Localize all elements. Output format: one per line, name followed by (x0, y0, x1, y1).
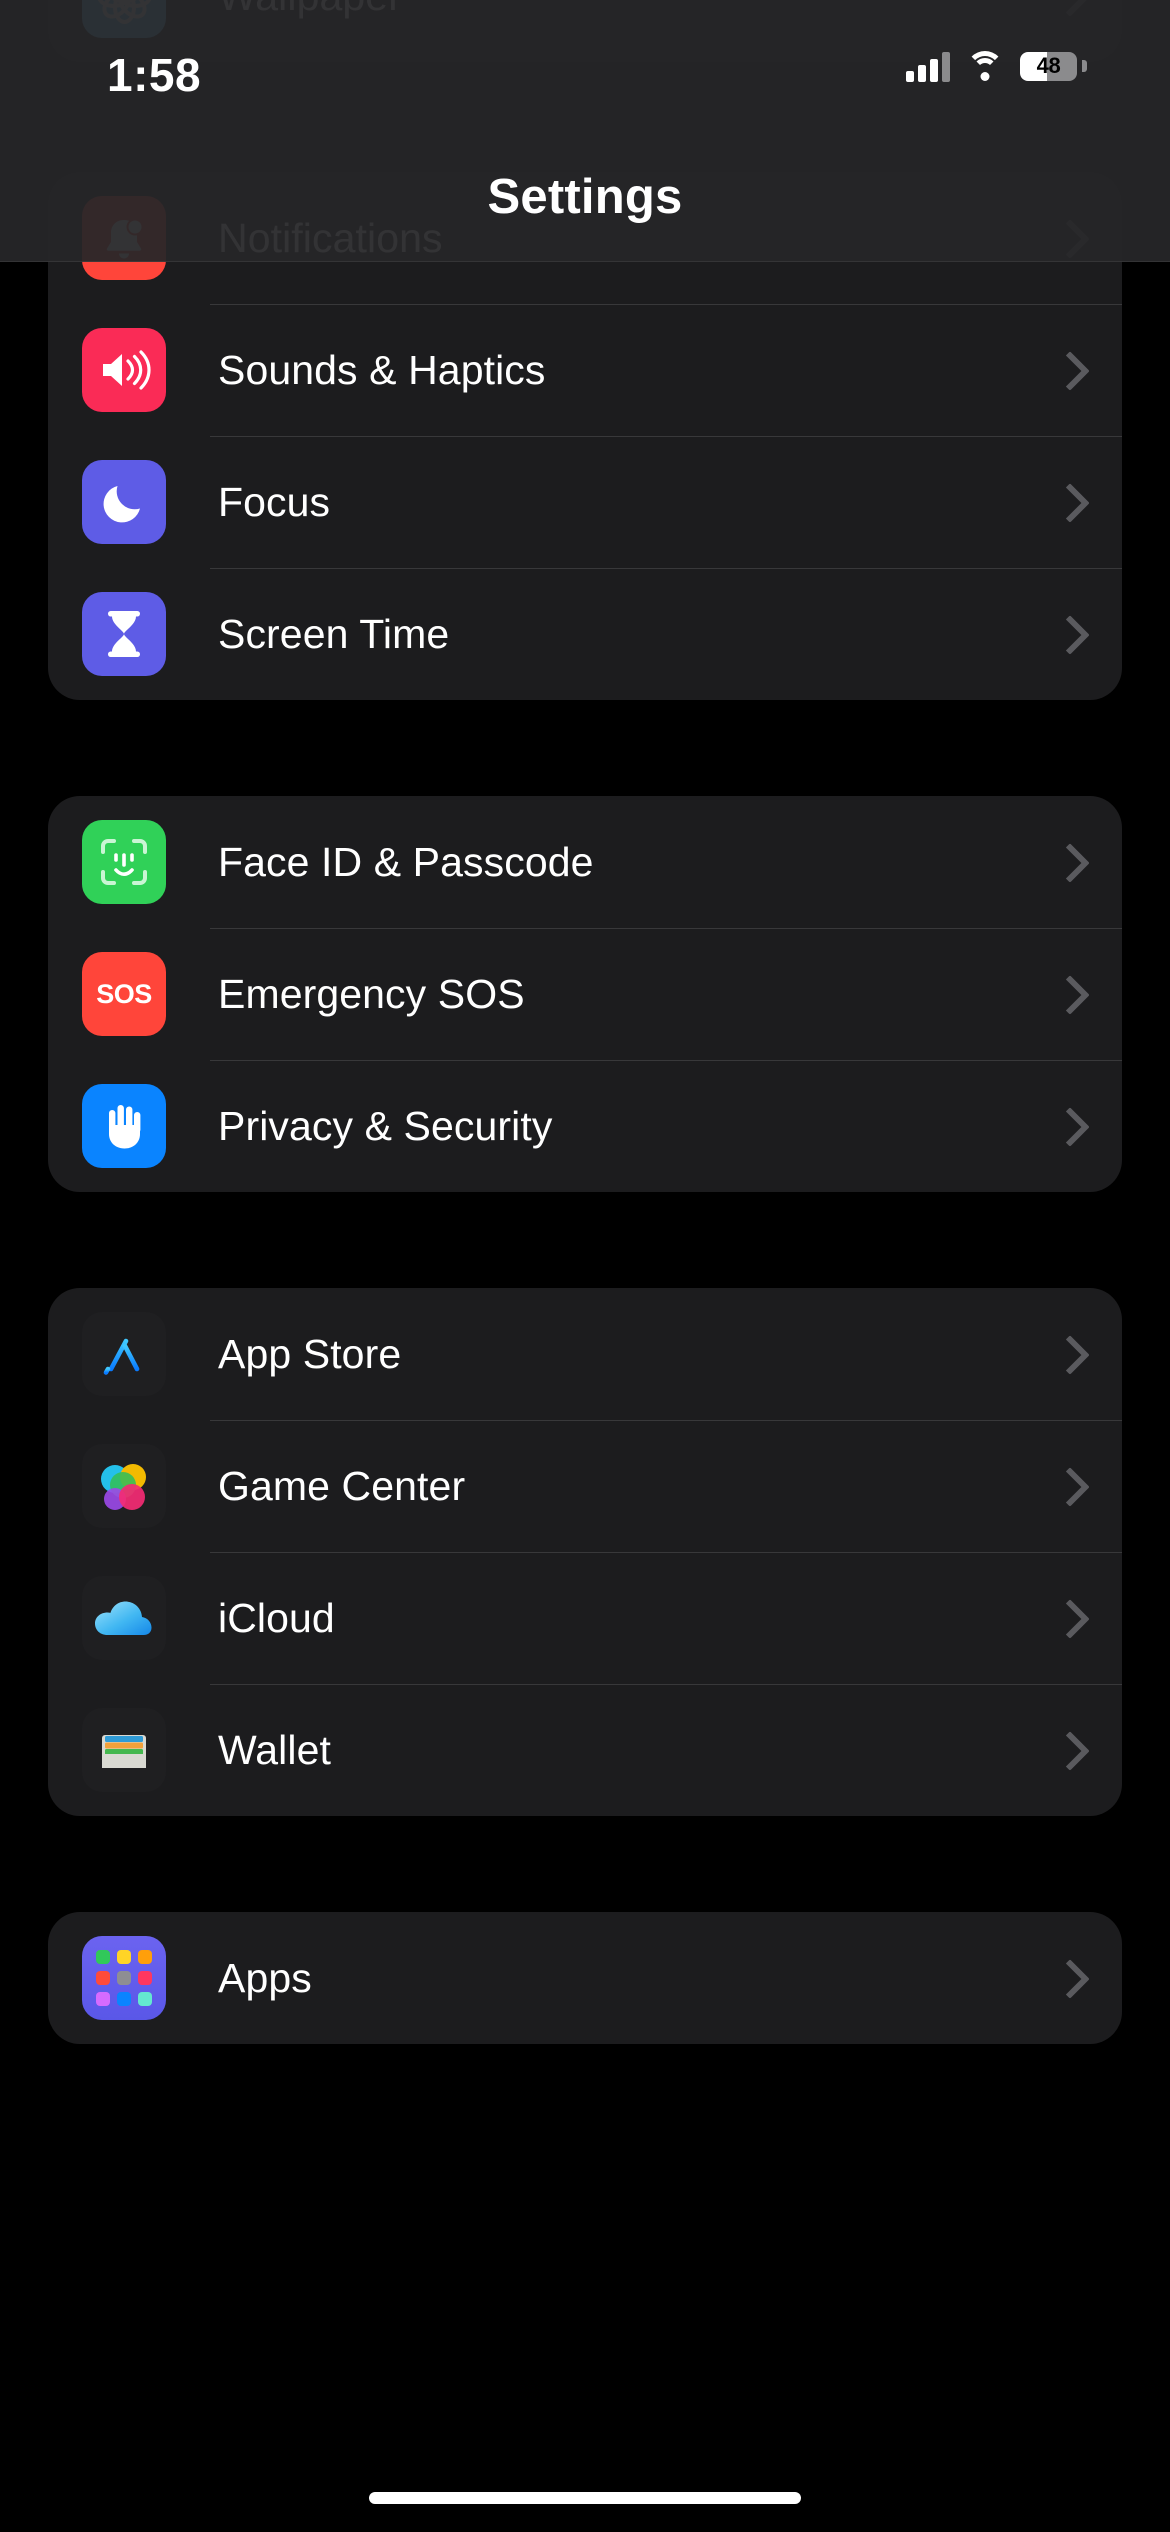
apps-grid-icon (82, 1936, 166, 2020)
settings-row-label: Emergency SOS (218, 970, 525, 1017)
settings-row-emergency-sos[interactable]: SOS Emergency SOS (48, 928, 1122, 1060)
settings-row-privacy-security[interactable]: Privacy & Security (48, 1060, 1122, 1192)
chevron-right-icon (1054, 1104, 1080, 1148)
settings-row-app-store[interactable]: App Store (48, 1288, 1122, 1420)
settings-row-label: iCloud (218, 1594, 335, 1641)
chevron-right-icon (1054, 1956, 1080, 2000)
settings-row-label: Sounds & Haptics (218, 346, 546, 393)
settings-row-apps[interactable]: Apps (48, 1912, 1122, 2044)
settings-row-sounds-haptics[interactable]: Sounds & Haptics (48, 304, 1122, 436)
settings-row-wallet[interactable]: Wallet (48, 1684, 1122, 1816)
settings-row-game-center[interactable]: Game Center (48, 1420, 1122, 1552)
settings-group-apps: Apps (48, 1912, 1122, 2044)
chevron-right-icon (1054, 972, 1080, 1016)
chevron-right-icon (1054, 1728, 1080, 1772)
settings-row-icloud[interactable]: iCloud (48, 1552, 1122, 1684)
settings-row-label: Focus (218, 478, 331, 525)
settings-row-label: Apps (218, 1954, 312, 2001)
row-separator (210, 304, 1122, 305)
chevron-right-icon (1054, 840, 1080, 884)
chevron-right-icon (1054, 612, 1080, 656)
wallet-icon (82, 1708, 166, 1792)
row-separator (210, 1552, 1122, 1553)
sos-icon: SOS (82, 952, 166, 1036)
sos-label: SOS (96, 978, 152, 1009)
row-separator (210, 1684, 1122, 1685)
row-separator (210, 1060, 1122, 1061)
icloud-icon (82, 1576, 166, 1660)
chevron-right-icon (1054, 1464, 1080, 1508)
settings-row-label: Privacy & Security (218, 1102, 553, 1149)
settings-row-label: Screen Time (218, 610, 450, 657)
navigation-bar: Settings (0, 0, 1170, 262)
chevron-right-icon (1054, 1332, 1080, 1376)
settings-row-label: Face ID & Passcode (218, 838, 594, 885)
settings-row-focus[interactable]: Focus (48, 436, 1122, 568)
row-separator (210, 1420, 1122, 1421)
row-separator (210, 436, 1122, 437)
settings-row-screen-time[interactable]: Screen Time (48, 568, 1122, 700)
moon-icon (82, 460, 166, 544)
settings-row-label: App Store (218, 1330, 402, 1377)
chevron-right-icon (1054, 348, 1080, 392)
face-id-icon (82, 820, 166, 904)
row-separator (210, 568, 1122, 569)
settings-scroll-view[interactable]: Wallpaper Notifications (0, 0, 1170, 2532)
chevron-right-icon (1054, 480, 1080, 524)
game-center-icon (82, 1444, 166, 1528)
settings-screen: Wallpaper Notifications (0, 0, 1170, 2532)
settings-group-security: Face ID & Passcode SOS Emergency SOS Pri… (48, 796, 1122, 1192)
hand-raised-icon (82, 1084, 166, 1168)
speaker-waves-icon (82, 328, 166, 412)
page-title: Settings (487, 170, 683, 224)
home-indicator[interactable] (369, 2492, 801, 2504)
chevron-right-icon (1054, 1596, 1080, 1640)
app-store-icon (82, 1312, 166, 1396)
settings-row-face-id-passcode[interactable]: Face ID & Passcode (48, 796, 1122, 928)
settings-group-services: App Store Game Center iCloud Wallet (48, 1288, 1122, 1816)
settings-row-label: Game Center (218, 1462, 466, 1509)
hourglass-icon (82, 592, 166, 676)
settings-row-label: Wallet (218, 1726, 331, 1773)
row-separator (210, 928, 1122, 929)
